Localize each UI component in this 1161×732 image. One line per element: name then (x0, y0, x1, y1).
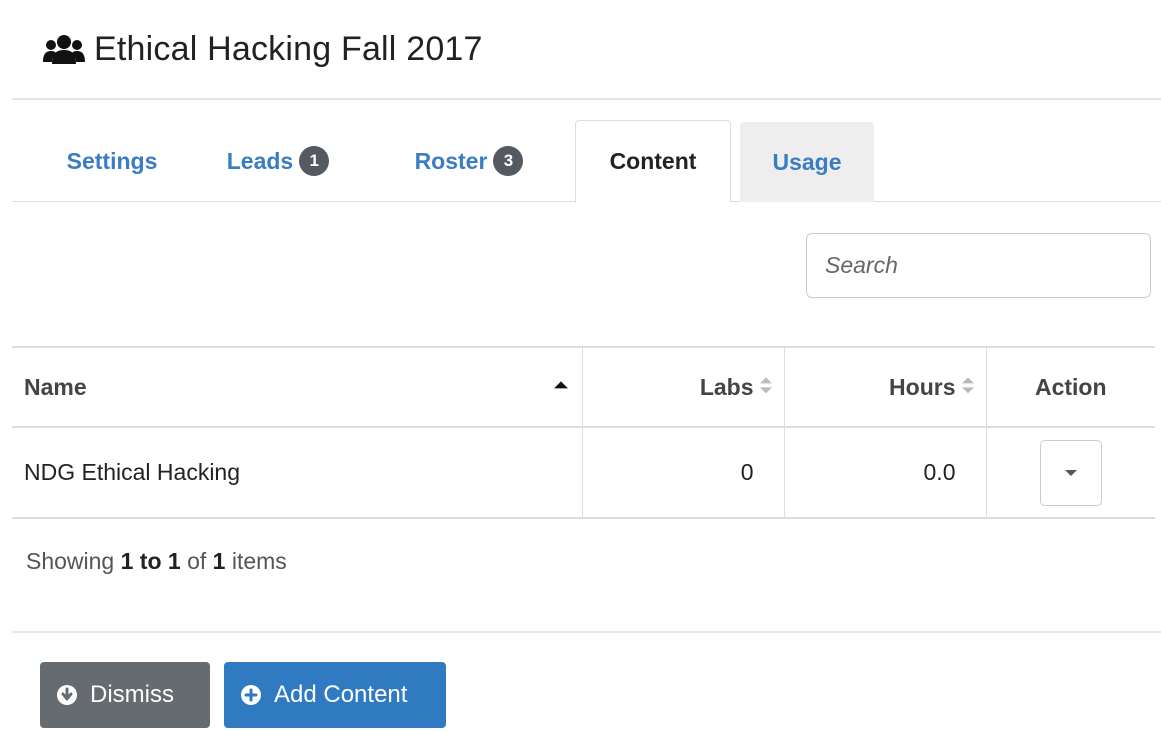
cell-action (985, 426, 1155, 519)
column-header-name[interactable]: Name (12, 346, 582, 427)
leads-count-badge: 1 (299, 146, 330, 176)
sort-ascending-icon (553, 381, 568, 389)
tab-label: Usage (772, 148, 842, 175)
tab-label: Content (609, 148, 697, 174)
row-action-dropdown-button[interactable] (1039, 439, 1102, 506)
table-header-row: Name Labs Hours Action (12, 346, 1155, 427)
arrow-circle-down-icon (57, 685, 77, 705)
summary-suffix: items (231, 548, 287, 574)
tab-usage[interactable]: Usage (740, 122, 874, 202)
tab-label: Roster (414, 147, 488, 174)
footer-divider (12, 631, 1161, 633)
tab-settings[interactable]: Settings (42, 120, 182, 202)
column-label: Action (1034, 373, 1107, 400)
tab-label: Leads (226, 147, 294, 174)
cell-hours: 0.0 (783, 426, 986, 519)
column-label: Labs (699, 373, 754, 400)
tab-label: Settings (66, 147, 158, 174)
page-header: Ethical Hacking Fall 2017 (12, 0, 1161, 100)
sort-icon (759, 377, 772, 394)
content-table: Name Labs Hours Action NDG Ethical Hacki… (12, 346, 1155, 519)
tab-content[interactable]: Content (575, 120, 731, 203)
dismiss-label: Dismiss (90, 681, 174, 708)
tab-bar: Settings Leads 1 Roster 3 Content Usage (12, 120, 1161, 203)
column-header-hours[interactable]: Hours (783, 346, 986, 427)
summary-range: 1 to 1 (120, 548, 181, 574)
plus-circle-icon (241, 685, 261, 705)
column-label: Hours (889, 373, 956, 400)
page-title: Ethical Hacking Fall 2017 (94, 30, 483, 68)
search-input[interactable] (806, 233, 1151, 298)
cell-labs: 0 (581, 426, 784, 519)
table-row: NDG Ethical Hacking 0 0.0 (12, 426, 1155, 519)
pagination-summary: Showing 1 to 1 of 1 items (26, 548, 287, 575)
title-wrap: Ethical Hacking Fall 2017 (42, 30, 483, 69)
cell-name: NDG Ethical Hacking (12, 426, 582, 519)
column-label: Name (24, 373, 87, 400)
summary-of: of (187, 548, 207, 574)
add-content-label: Add Content (274, 681, 408, 708)
sort-icon (961, 377, 974, 394)
column-header-labs[interactable]: Labs (581, 346, 784, 427)
summary-total: 1 (212, 548, 226, 574)
caret-down-icon (1064, 469, 1077, 476)
tab-leads[interactable]: Leads 1 (204, 120, 352, 202)
dismiss-button[interactable]: Dismiss (40, 662, 210, 728)
summary-prefix: Showing (26, 548, 115, 574)
roster-count-badge: 3 (493, 146, 524, 176)
tab-roster[interactable]: Roster 3 (394, 120, 544, 202)
column-header-action: Action (985, 346, 1155, 427)
users-icon (42, 32, 86, 68)
add-content-button[interactable]: Add Content (224, 662, 446, 728)
